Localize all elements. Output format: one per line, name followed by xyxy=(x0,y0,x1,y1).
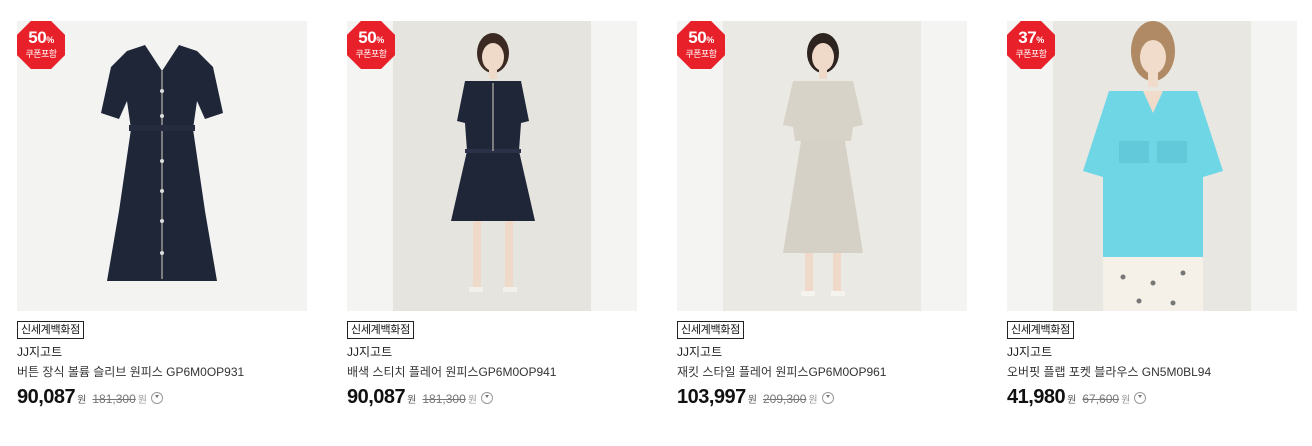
sale-price: 103,997 xyxy=(677,386,746,408)
currency-unit: 원 xyxy=(1067,395,1077,406)
original-price: 181,300 xyxy=(422,392,466,406)
sale-price: 90,087 xyxy=(17,386,76,408)
store-tag: 신세계백화점 xyxy=(1007,321,1074,339)
discount-badge: 50% 쿠폰포함 xyxy=(17,21,65,69)
price-row: 90,087 원 181,300 원 xyxy=(17,386,307,409)
product-name[interactable]: 버튼 장식 볼륨 슬리브 원피스 GP6M0OP931 xyxy=(17,365,307,380)
discount-badge: 50% 쿠폰포함 xyxy=(347,21,395,69)
brand-name[interactable]: JJ지고트 xyxy=(677,345,967,360)
brand-name[interactable]: JJ지고트 xyxy=(17,345,307,360)
price-info-icon[interactable] xyxy=(821,392,834,404)
brand-name[interactable]: JJ지고트 xyxy=(347,345,637,360)
product-grid: 50% 쿠폰포함 신세계백화점 JJ지고트 버튼 장식 볼륨 슬리브 원피스 G… xyxy=(0,0,1312,446)
product-image[interactable]: 50% 쿠폰포함 xyxy=(17,21,307,311)
discount-badge: 37% 쿠폰포함 xyxy=(1007,21,1055,69)
sale-price: 90,087 xyxy=(347,386,406,408)
price-row: 90,087 원 181,300 원 xyxy=(347,386,637,409)
currency-unit: 원 xyxy=(1121,395,1131,406)
price-row: 103,997 원 209,300 원 xyxy=(677,386,967,409)
coupon-label: 쿠폰포함 xyxy=(685,49,717,59)
product-name[interactable]: 오버핏 플랩 포켓 블라우스 GN5M0BL94 xyxy=(1007,365,1297,380)
store-tag: 신세계백화점 xyxy=(347,321,414,339)
product-card[interactable]: 37% 쿠폰포함 신세계백화점 JJ지고트 오버핏 플랩 포켓 블라우스 GN5… xyxy=(1007,21,1297,409)
beige-dress-model-icon xyxy=(723,21,921,311)
brand-name[interactable]: JJ지고트 xyxy=(1007,345,1297,360)
currency-unit: 원 xyxy=(77,395,87,406)
product-image[interactable]: 50% 쿠폰포함 xyxy=(347,21,637,311)
original-price: 181,300 xyxy=(92,392,136,406)
currency-unit: 원 xyxy=(808,395,818,406)
store-tag: 신세계백화점 xyxy=(677,321,744,339)
discount-percent: 50 xyxy=(688,28,707,47)
currency-unit: 원 xyxy=(467,395,477,406)
blue-blouse-model-icon xyxy=(1053,21,1251,311)
product-image[interactable]: 50% 쿠폰포함 xyxy=(677,21,967,311)
original-price: 209,300 xyxy=(763,392,807,406)
original-price: 67,600 xyxy=(1082,392,1120,406)
navy-dress-icon xyxy=(17,21,307,311)
price-info-icon[interactable] xyxy=(480,392,493,404)
discount-percent: 50 xyxy=(28,28,47,47)
product-card[interactable]: 50% 쿠폰포함 신세계백화점 JJ지고트 배색 스티치 플레어 원피스GP6M… xyxy=(347,21,637,409)
currency-unit: 원 xyxy=(407,395,417,406)
discount-badge: 50% 쿠폰포함 xyxy=(677,21,725,69)
currency-unit: 원 xyxy=(747,395,757,406)
product-image[interactable]: 37% 쿠폰포함 xyxy=(1007,21,1297,311)
product-name[interactable]: 배색 스티치 플레어 원피스GP6M0OP941 xyxy=(347,365,637,380)
product-name[interactable]: 재킷 스타일 플레어 원피스GP6M0OP961 xyxy=(677,365,967,380)
coupon-label: 쿠폰포함 xyxy=(1015,49,1047,59)
product-card[interactable]: 50% 쿠폰포함 신세계백화점 JJ지고트 재킷 스타일 플레어 원피스GP6M… xyxy=(677,21,967,409)
price-row: 41,980 원 67,600 원 xyxy=(1007,386,1297,409)
price-info-icon[interactable] xyxy=(150,392,163,404)
discount-percent: 50 xyxy=(358,28,377,47)
price-info-icon[interactable] xyxy=(1134,392,1147,404)
discount-percent: 37 xyxy=(1018,28,1037,47)
coupon-label: 쿠폰포함 xyxy=(355,49,387,59)
navy-dress-model-icon xyxy=(393,21,591,311)
product-card[interactable]: 50% 쿠폰포함 신세계백화점 JJ지고트 버튼 장식 볼륨 슬리브 원피스 G… xyxy=(17,21,307,409)
currency-unit: 원 xyxy=(137,395,147,406)
coupon-label: 쿠폰포함 xyxy=(25,49,57,59)
sale-price: 41,980 xyxy=(1007,386,1066,408)
store-tag: 신세계백화점 xyxy=(17,321,84,339)
